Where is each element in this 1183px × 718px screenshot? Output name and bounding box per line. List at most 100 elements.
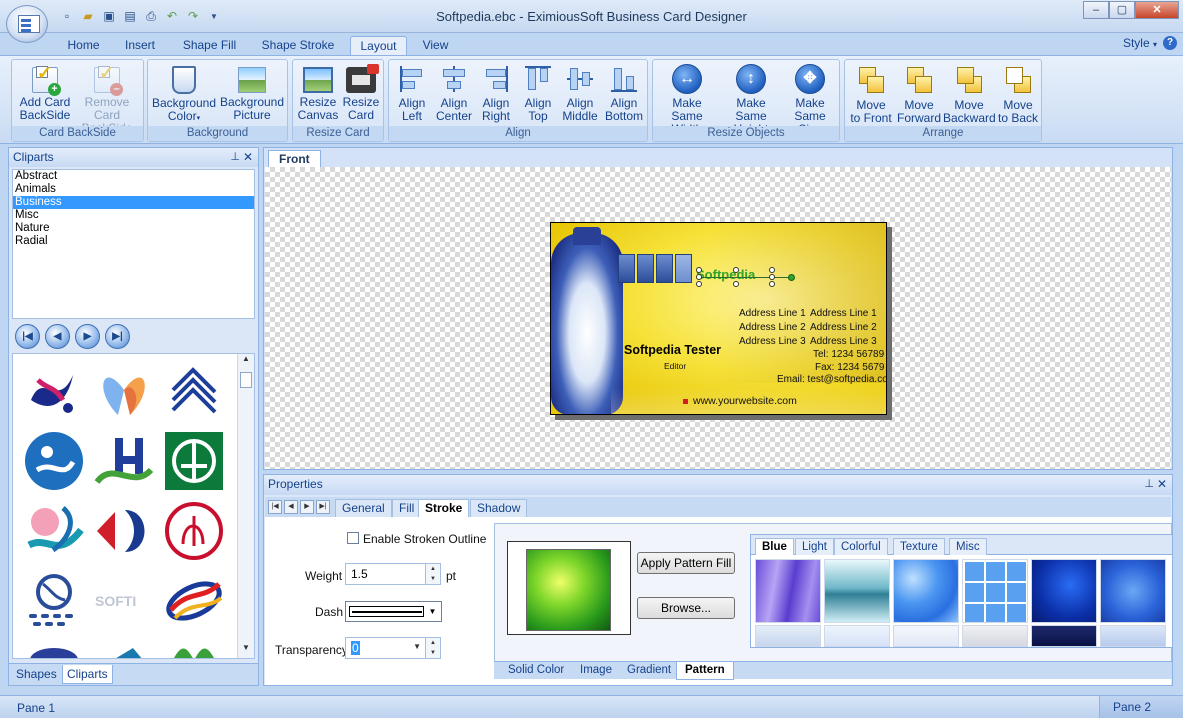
tab-fill[interactable]: Fill bbox=[392, 499, 422, 517]
chevron-down-icon[interactable]: ▼ bbox=[425, 603, 440, 620]
spin-down-icon[interactable]: ▼ bbox=[426, 648, 440, 658]
weight-input[interactable]: 1.5 ▲ ▼ bbox=[345, 563, 441, 585]
card-job-title-text[interactable]: Editor bbox=[664, 361, 686, 371]
resize-handle[interactable] bbox=[696, 281, 702, 287]
first-page-icon[interactable]: |◀ bbox=[15, 324, 40, 349]
tab-view[interactable]: View bbox=[417, 36, 454, 56]
transparency-input[interactable]: 0 ▼ ▲ ▼ bbox=[345, 637, 441, 659]
close-button[interactable]: ✕ bbox=[1135, 1, 1179, 19]
spin-up-icon[interactable]: ▲ bbox=[426, 638, 440, 648]
close-icon[interactable]: ✕ bbox=[243, 148, 253, 166]
tab-home[interactable]: Home bbox=[60, 36, 107, 56]
clipart-item[interactable] bbox=[163, 570, 225, 632]
next-page-icon[interactable]: ▶ bbox=[75, 324, 100, 349]
clipart-item[interactable] bbox=[23, 640, 85, 659]
tab-solid-color[interactable]: Solid Color bbox=[500, 662, 572, 680]
clipart-item[interactable] bbox=[93, 500, 155, 562]
spin-down-icon[interactable]: ▼ bbox=[426, 574, 440, 584]
swatch-item[interactable] bbox=[962, 625, 1028, 647]
clipart-item[interactable] bbox=[163, 430, 225, 492]
resize-canvas-button[interactable]: Resize Canvas bbox=[296, 62, 340, 126]
list-item[interactable]: Radial bbox=[13, 235, 254, 248]
list-item[interactable]: Nature bbox=[13, 222, 254, 235]
swatch-item[interactable] bbox=[1100, 559, 1166, 623]
address-left[interactable]: Address Line 1 Address Line 2 Address Li… bbox=[739, 307, 806, 349]
next-tab-icon[interactable]: ▶ bbox=[300, 500, 314, 514]
swatch-item[interactable] bbox=[755, 625, 821, 647]
tab-pattern[interactable]: Pattern bbox=[676, 662, 734, 680]
card-logo-text[interactable]: Softpedia bbox=[696, 267, 755, 282]
application-menu-button[interactable] bbox=[6, 5, 48, 43]
swatch-item[interactable] bbox=[755, 559, 821, 623]
pin-icon[interactable]: ⊥ bbox=[230, 148, 240, 166]
card-website-text[interactable]: www.yourwebsite.com bbox=[683, 395, 797, 407]
resize-handle[interactable] bbox=[733, 281, 739, 287]
tab-shadow[interactable]: Shadow bbox=[470, 499, 528, 517]
clipart-item[interactable] bbox=[93, 640, 155, 659]
tab-layout[interactable]: Layout bbox=[350, 36, 407, 56]
clipart-item[interactable] bbox=[23, 570, 85, 632]
list-item[interactable]: Animals bbox=[13, 183, 254, 196]
resize-card-button[interactable]: Resize Card bbox=[339, 62, 383, 126]
scroll-up-icon[interactable]: ▲ bbox=[238, 354, 254, 369]
logo-blocks[interactable] bbox=[618, 254, 696, 284]
resize-handle[interactable] bbox=[733, 267, 739, 273]
clipart-item[interactable] bbox=[23, 500, 85, 562]
chevron-down-icon[interactable]: ▼ bbox=[413, 642, 421, 651]
list-item[interactable]: Abstract bbox=[13, 170, 254, 183]
clipart-item[interactable]: SOFTI bbox=[93, 570, 155, 632]
resize-handle[interactable] bbox=[769, 274, 775, 280]
tel-text[interactable]: Tel: 1234 56789 bbox=[813, 348, 884, 362]
align-bottom-button[interactable]: Align Bottom bbox=[601, 62, 647, 126]
make-same-size-button[interactable]: ✥ MakeSame Size bbox=[781, 62, 839, 136]
tab-stroke[interactable]: Stroke bbox=[418, 499, 470, 517]
gallery-scrollbar[interactable]: ▲ ▼ bbox=[237, 354, 254, 658]
first-tab-icon[interactable]: |◀ bbox=[268, 500, 282, 514]
resize-handle[interactable] bbox=[769, 267, 775, 273]
close-icon[interactable]: ✕ bbox=[1157, 475, 1167, 493]
clipart-item[interactable] bbox=[163, 500, 225, 562]
resize-handle[interactable] bbox=[696, 274, 702, 280]
move-to-back-button[interactable]: Move to Back bbox=[995, 62, 1041, 126]
scrollbar-thumb[interactable] bbox=[240, 372, 252, 388]
swatch-item[interactable] bbox=[962, 559, 1028, 623]
pin-icon[interactable]: ⊥ bbox=[1144, 475, 1154, 493]
tab-general[interactable]: General bbox=[335, 499, 392, 517]
tab-insert[interactable]: Insert bbox=[117, 36, 163, 56]
style-menu[interactable]: Style ▾ bbox=[1123, 36, 1157, 50]
tab-front[interactable]: Front bbox=[268, 150, 321, 168]
tab-misc[interactable]: Misc bbox=[949, 538, 987, 555]
tab-shapes[interactable]: Shapes bbox=[12, 665, 61, 684]
move-forward-button[interactable]: Move Forward bbox=[895, 62, 943, 126]
tab-colorful[interactable]: Colorful bbox=[834, 538, 888, 555]
card-name-text[interactable]: Softpedia Tester bbox=[624, 343, 721, 357]
make-same-width-button[interactable]: ↔ Make SameWidth bbox=[655, 62, 719, 136]
previous-page-icon[interactable]: ◀ bbox=[45, 324, 70, 349]
business-card[interactable]: Softpedia Address Line 1 Address Line 2 … bbox=[550, 222, 887, 415]
tab-cliparts[interactable]: Cliparts bbox=[62, 665, 113, 684]
previous-tab-icon[interactable]: ◀ bbox=[284, 500, 298, 514]
email-text[interactable]: Email: test@softpedia.com bbox=[777, 373, 886, 387]
resize-handle[interactable] bbox=[696, 267, 702, 273]
minimize-button[interactable]: ‒ bbox=[1083, 1, 1109, 19]
clipart-item[interactable] bbox=[93, 430, 155, 492]
swatch-item[interactable] bbox=[824, 559, 890, 623]
add-card-backside-button[interactable]: ✓ + Add Card BackSide bbox=[15, 62, 75, 126]
clipart-item[interactable] bbox=[163, 640, 225, 659]
tab-blue[interactable]: Blue bbox=[755, 538, 794, 555]
clipart-item[interactable] bbox=[163, 360, 225, 422]
last-page-icon[interactable]: ▶| bbox=[105, 324, 130, 349]
list-item[interactable]: Misc bbox=[13, 209, 254, 222]
clipart-item[interactable] bbox=[23, 430, 85, 492]
tab-shape-fill[interactable]: Shape Fill bbox=[175, 36, 244, 56]
last-tab-icon[interactable]: ▶| bbox=[316, 500, 330, 514]
swatch-item[interactable] bbox=[893, 625, 959, 647]
list-item[interactable]: Business bbox=[13, 196, 254, 209]
align-right-button[interactable]: Align Right bbox=[475, 62, 517, 126]
align-left-button[interactable]: Align Left bbox=[391, 62, 433, 126]
swatch-item[interactable] bbox=[1031, 559, 1097, 623]
clipart-item[interactable] bbox=[93, 360, 155, 422]
scroll-down-icon[interactable]: ▼ bbox=[238, 643, 254, 658]
dash-select[interactable]: ▼ bbox=[345, 601, 442, 622]
apply-pattern-fill-button[interactable]: Apply Pattern Fill bbox=[637, 552, 735, 574]
